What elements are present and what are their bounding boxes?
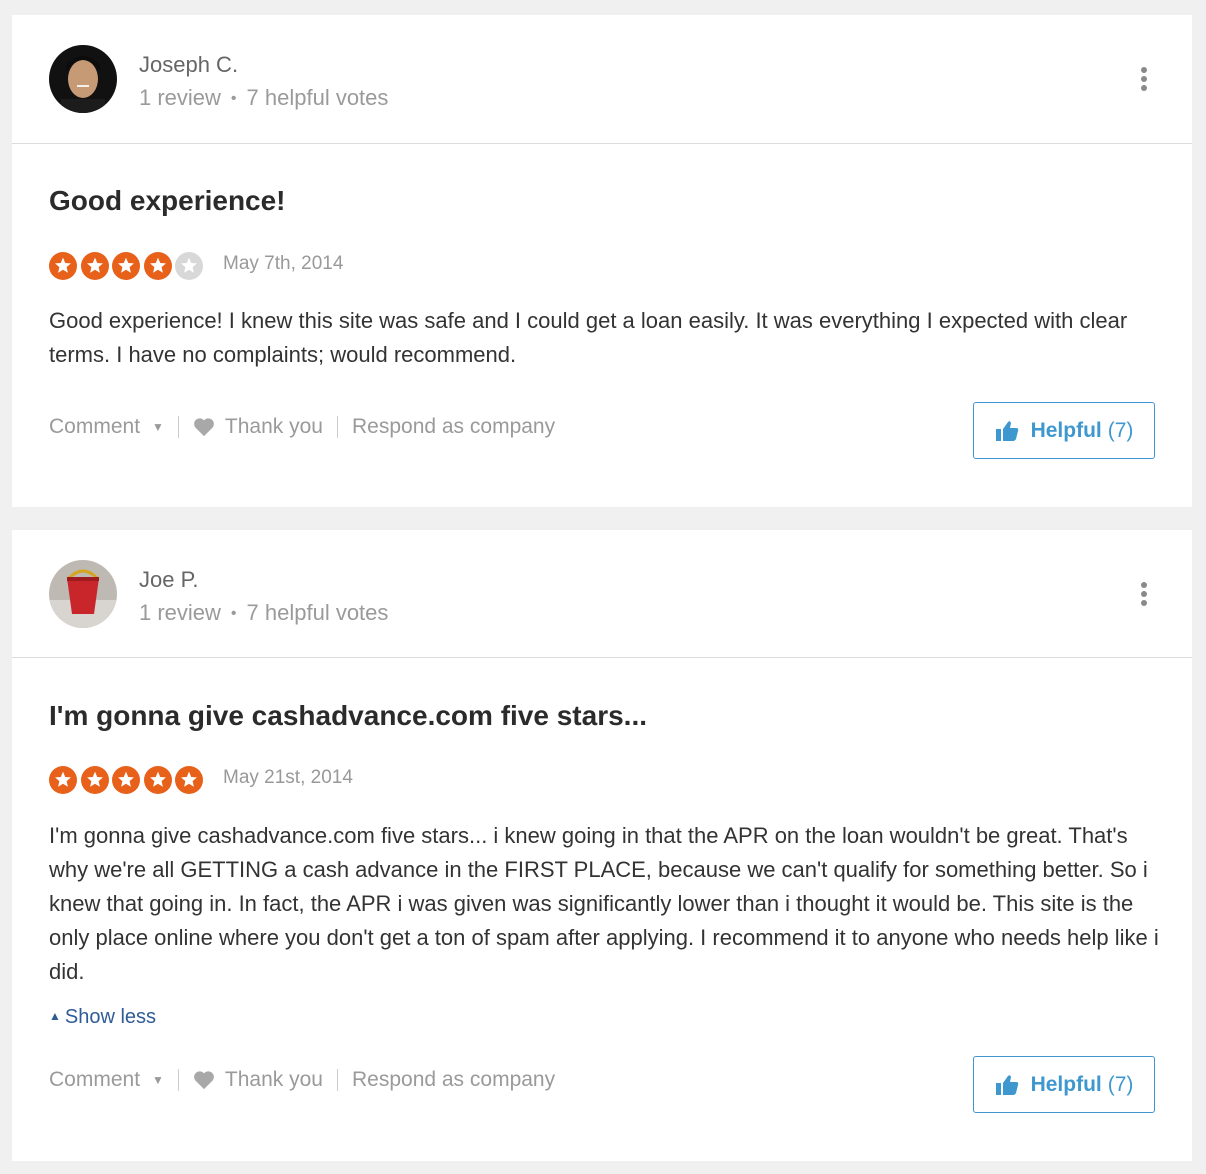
more-options-icon[interactable] [1136,65,1152,93]
review-card: Joseph C. 1 review • 7 helpful votes Good … [12,15,1192,507]
review-title: I'm gonna give cashadvance.com five star… [49,700,648,731]
star-filled-icon [49,766,77,794]
reviewer-header: Joe P. 1 review • 7 helpful votes [12,530,1192,658]
star-filled-icon [143,252,172,280]
helpful-button[interactable]: Helpful (7) [973,402,1155,459]
comment-button[interactable]: Comment ▼ [49,1068,164,1092]
review-count: 1 review [139,85,221,110]
divider [177,416,179,438]
review-date: May 21st, 2014 [223,767,353,788]
star-filled-icon [175,766,203,794]
thank-you-button[interactable]: Thank you [193,1068,323,1092]
chevron-down-icon: ▼ [152,420,164,434]
star-filled-icon [80,766,109,794]
reviewer-header: Joseph C. 1 review • 7 helpful votes [12,15,1192,144]
star-rating [49,766,207,794]
more-options-icon[interactable] [1136,580,1152,608]
helpful-button[interactable]: Helpful (7) [973,1056,1155,1113]
thumbs-up-icon [995,420,1018,441]
reviewer-stats: 1 review • 7 helpful votes [139,600,389,625]
review-actions: Comment ▼ Thank you Respond as company [49,415,555,439]
star-filled-icon [143,766,172,794]
reviewer-avatar[interactable] [49,560,117,628]
chevron-down-icon: ▼ [152,1073,164,1087]
reviewer-name[interactable]: Joseph C. [139,52,238,78]
divider [177,1069,179,1091]
reviewer-name[interactable]: Joe P. [139,567,199,593]
respond-as-company-link[interactable]: Respond as company [352,1068,555,1092]
comment-button[interactable]: Comment ▼ [49,415,164,439]
review-count: 1 review [139,600,221,625]
review-date: May 7th, 2014 [223,253,344,274]
review-title: Good experience! [49,185,286,216]
divider [336,416,338,438]
caret-up-icon: ▲ [49,1009,61,1023]
reviewer-stats: 1 review • 7 helpful votes [139,85,389,110]
review-body: I'm gonna give cashadvance.com five star… [49,823,1159,984]
star-filled-icon [112,766,140,794]
review-body: Good experience! I knew this site was sa… [49,308,1128,367]
review-card: Joe P. 1 review • 7 helpful votes I'm gonn… [12,530,1192,1161]
helpful-votes: 7 helpful votes [246,600,389,625]
show-less-link[interactable]: ▲ Show less [49,1006,156,1029]
thank-you-button[interactable]: Thank you [193,415,323,439]
respond-as-company-link[interactable]: Respond as company [352,415,555,439]
star-empty-icon [175,252,203,280]
heart-icon [194,1071,214,1090]
reviewer-avatar[interactable] [49,45,117,113]
helpful-votes: 7 helpful votes [246,85,389,110]
review-actions: Comment ▼ Thank you Respond as company [49,1068,555,1092]
heart-icon [194,418,214,437]
star-filled-icon [49,252,77,280]
thumbs-up-icon [995,1074,1018,1095]
divider [336,1069,338,1091]
star-rating [49,252,207,280]
star-filled-icon [112,252,140,280]
star-filled-icon [80,252,109,280]
